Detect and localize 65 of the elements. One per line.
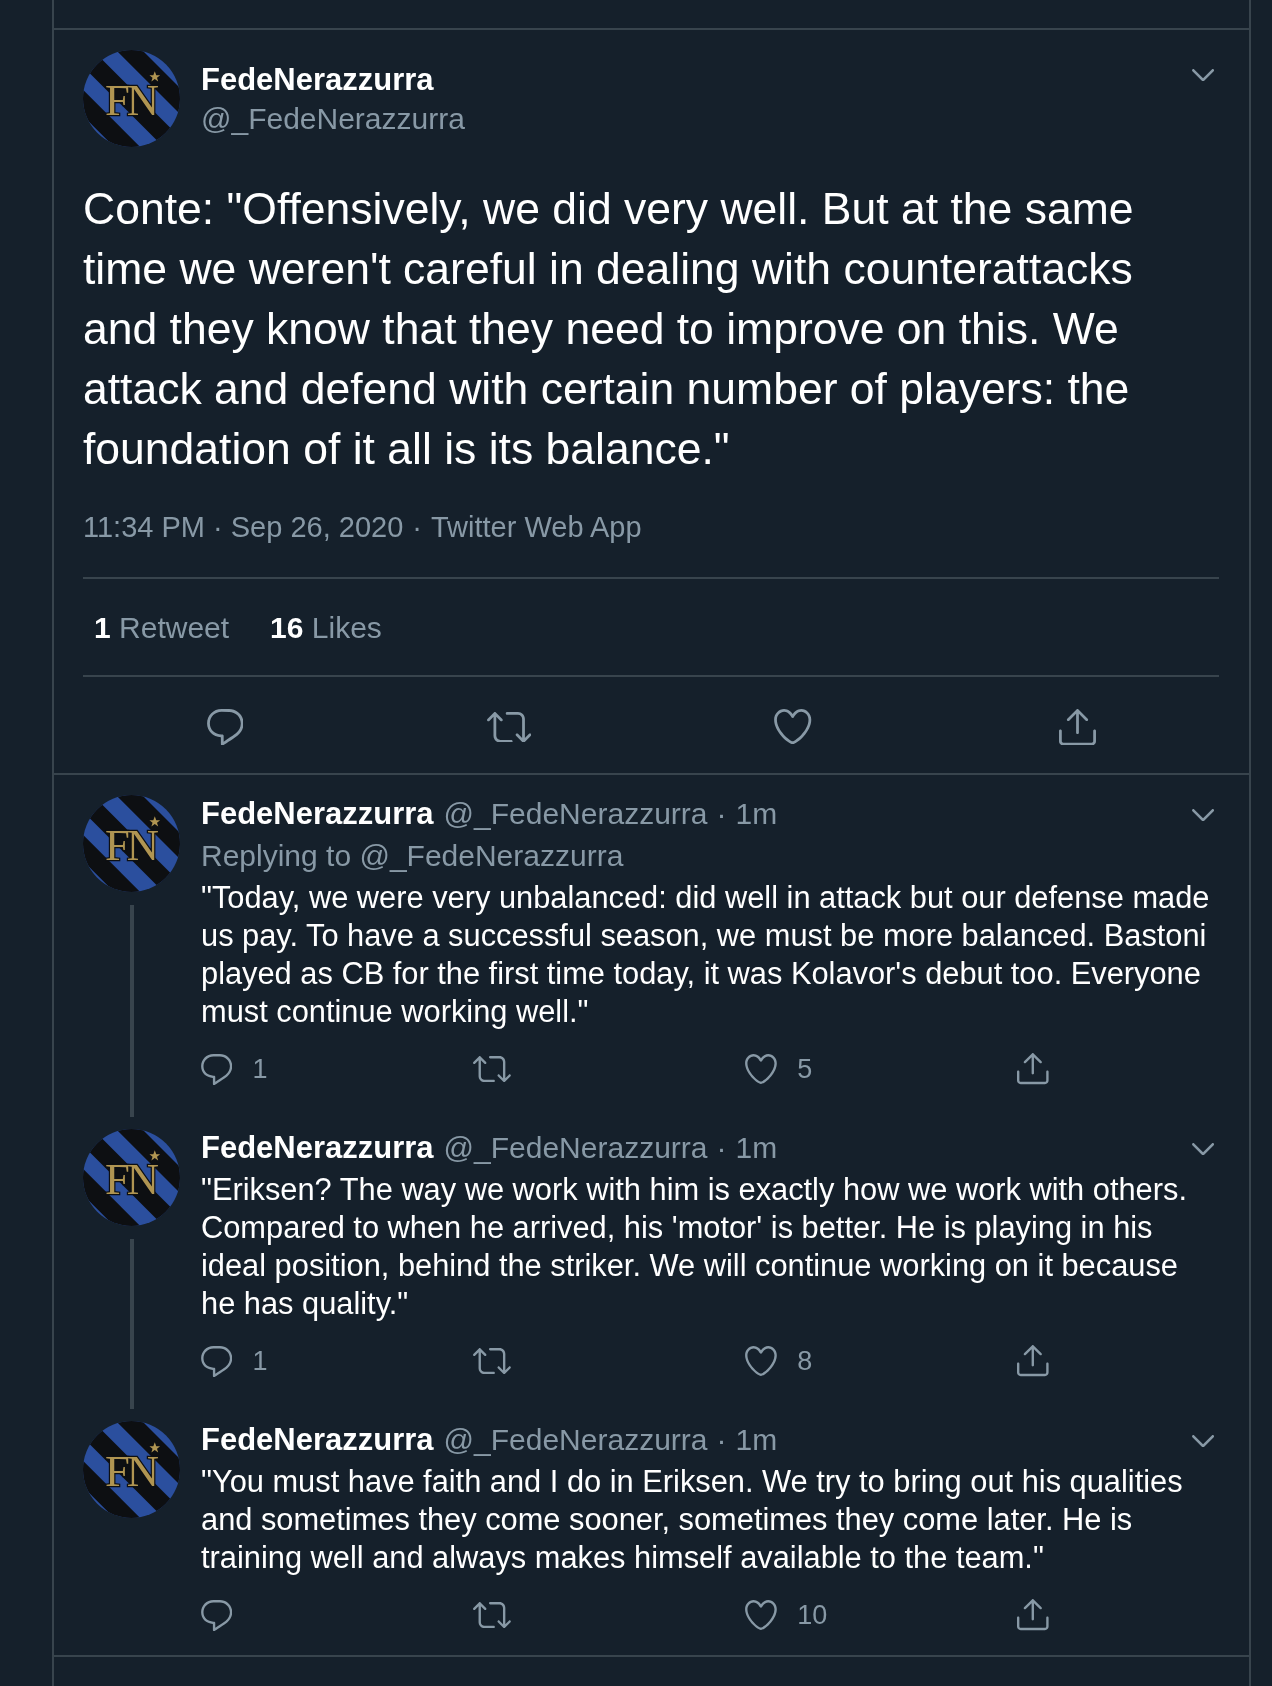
loop-arrows-icon [473,1347,512,1375]
share-button[interactable] [1017,1053,1049,1085]
display-name[interactable]: FedeNerazzurra [201,795,434,833]
user-handle[interactable]: @_FedeNerazzurra [443,795,708,833]
retweet-button[interactable] [486,711,532,743]
display-name[interactable]: FedeNerazzurra [201,1129,434,1167]
dot-separator: · [716,1130,727,1166]
speech-bubble-icon [201,1053,233,1085]
speech-bubble-icon [206,708,244,746]
engagement-link[interactable]: 1 Retweet [94,604,230,650]
share-icon [1058,708,1096,746]
chevron-down-icon [1191,1142,1214,1156]
reply-button[interactable]: 1 [201,1345,268,1377]
replying-to-text: Replying to @_FedeNerazzurra [201,838,624,874]
timestamp-link[interactable]: 1m [735,1421,778,1459]
reply-button[interactable] [206,708,244,746]
display-name[interactable]: FedeNerazzurra [201,1421,434,1459]
speech-bubble-icon [201,1345,233,1377]
dot-separator: · [412,511,422,543]
retweet-button[interactable] [473,1055,512,1083]
heart-icon [745,1346,778,1376]
user-handle[interactable]: @_FedeNerazzurra [443,1129,708,1167]
user-handle[interactable]: @_FedeNerazzurra [443,1421,708,1459]
more-button[interactable] [1191,1434,1214,1448]
like-button[interactable] [774,709,812,745]
tweet-text: Conte: "Offensively, we did very well. But at the same time we weren't careful in dealing with counterattacks and they know that they need to improve on this. We attack and defend with certain number of players: the foundation of it all is its balance." [83,183,1135,475]
retweet-button[interactable] [473,1347,512,1375]
share-icon [1017,1053,1049,1085]
timestamp-link[interactable]: 11:34 PM · Sep 26, 2020 [83,511,404,543]
like-button[interactable]: 5 [745,1053,813,1085]
tweet-text: "You must have faith and I do in Eriksen. We try to bring out his qualities and sometimes they come sooner, sometimes they come later. He is training well and always makes himself available to the team." [201,1463,1184,1577]
chevron-down-icon [1191,808,1214,822]
reply-button[interactable]: 1 [201,1053,268,1085]
loop-arrows-icon [473,1601,512,1629]
heart-icon [745,1054,778,1084]
dot-separator: · [716,796,727,832]
speech-bubble-icon [201,1599,233,1631]
timestamp-link[interactable]: 1m [735,795,778,833]
display-name[interactable]: FedeNerazzurra [201,59,434,99]
more-button[interactable] [1191,69,1214,82]
mention-link[interactable]: @_FedeNerazzurra [359,839,624,872]
tweet-text: "Today, we were very unbalanced: did well in attack but our defense made us pay. To have a successful season, we must be more balanced. Bastoni played as CB for the first time today, it was Kolavor's debut too. Everyone must continue working well." [201,879,1211,1031]
loop-arrows-icon [473,1055,512,1083]
retweet-button[interactable] [473,1601,512,1629]
loop-arrows-icon [486,711,532,743]
share-button[interactable] [1058,708,1096,746]
share-icon [1017,1599,1049,1631]
more-button[interactable] [1191,1142,1214,1156]
timestamp-link[interactable]: 1m [735,1129,778,1167]
like-button[interactable]: 10 [745,1599,828,1631]
chevron-down-icon [1191,1434,1214,1448]
dot-separator: · [716,1422,727,1458]
heart-icon [774,709,812,745]
more-button[interactable] [1191,808,1214,822]
engagement-link[interactable]: 16 Likes [270,604,382,650]
source-link[interactable]: Twitter Web App [430,511,642,543]
tweet-text: "Eriksen? The way we work with him is exactly how we work with others. Compared to when he arrived, his 'motor' is better. He is playing in his ideal position, behind the striker. We will continue working on it because he has quality." [201,1171,1188,1323]
reply-button[interactable] [201,1599,233,1631]
share-button[interactable] [1017,1345,1049,1377]
like-button[interactable]: 8 [745,1345,813,1377]
share-button[interactable] [1017,1599,1049,1631]
chevron-down-icon [1191,69,1214,82]
user-handle[interactable]: @_FedeNerazzurra [201,98,465,138]
heart-icon [745,1600,778,1630]
share-icon [1017,1345,1049,1377]
